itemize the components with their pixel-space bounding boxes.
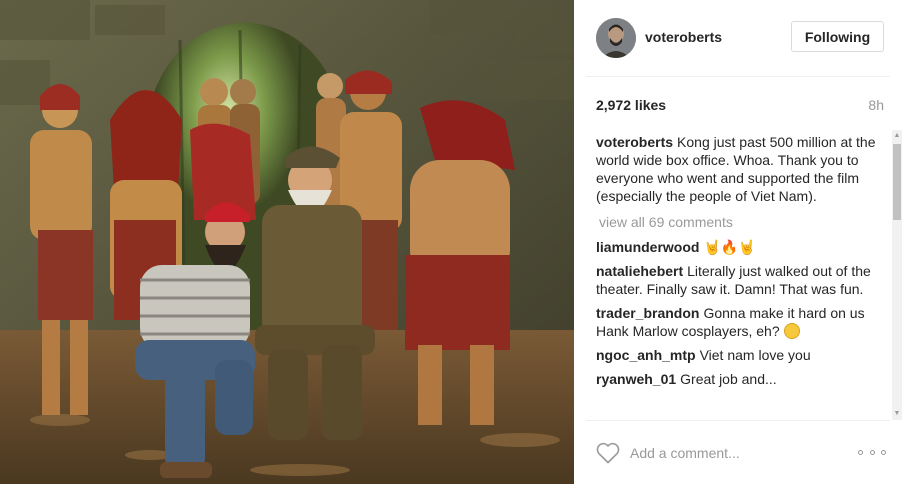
more-dot xyxy=(869,449,875,455)
more-dot xyxy=(858,449,863,455)
heart-outline-icon[interactable] xyxy=(596,442,620,464)
comment-author[interactable]: ryanweh_01 xyxy=(596,371,676,387)
post-side-panel: voteroberts Following 2,972 likes 8h vot… xyxy=(574,0,902,484)
more-dot xyxy=(881,449,886,455)
add-comment-row xyxy=(574,420,902,484)
following-button[interactable]: Following xyxy=(791,21,884,52)
scroll-thumb[interactable] xyxy=(893,144,901,220)
list-item: trader_brandon Gonna make it hard on us H… xyxy=(596,304,888,340)
more-options-icon[interactable] xyxy=(858,444,886,460)
list-item: liamunderwood 🤘🔥🤘 xyxy=(596,238,888,256)
comments-scrollbar[interactable]: ▲ ▼ xyxy=(892,130,902,420)
list-item: nataliehebert Literally just walked out o… xyxy=(596,262,888,298)
scroll-down-arrow-icon[interactable]: ▼ xyxy=(892,408,902,420)
comment-text: 🤘🔥🤘 xyxy=(703,239,756,255)
caption-author[interactable]: voteroberts xyxy=(596,134,673,150)
comments-list: voteroberts Kong just past 500 million at… xyxy=(596,133,888,419)
caption: voteroberts Kong just past 500 million at… xyxy=(596,133,888,205)
comment-author[interactable]: liamunderwood xyxy=(596,239,699,255)
smile-emoji-icon xyxy=(783,323,800,339)
list-item: ngoc_anh_mtp Viet nam love you xyxy=(596,346,888,364)
post-username[interactable]: voteroberts xyxy=(645,29,722,45)
post-photo-illustration xyxy=(0,0,574,484)
avatar[interactable] xyxy=(596,18,636,58)
comment-author[interactable]: nataliehebert xyxy=(596,263,683,279)
avatar-image xyxy=(596,18,636,58)
likes-count[interactable]: 2,972 likes xyxy=(596,97,666,113)
list-item: ryanweh_01 Great job and... xyxy=(596,370,888,388)
post-image[interactable] xyxy=(0,0,574,484)
comment-author[interactable]: trader_brandon xyxy=(596,305,699,321)
header-divider xyxy=(586,76,890,77)
add-comment-input[interactable] xyxy=(630,444,840,462)
scroll-up-arrow-icon[interactable]: ▲ xyxy=(892,130,902,142)
view-all-comments-link[interactable]: view all 69 comments xyxy=(599,213,888,231)
post-header: voteroberts Following xyxy=(574,0,902,76)
comment-text: Viet nam love you xyxy=(699,347,811,363)
comment-text: Great job and... xyxy=(680,371,777,387)
post-time[interactable]: 8h xyxy=(868,97,884,113)
comment-author[interactable]: ngoc_anh_mtp xyxy=(596,347,696,363)
